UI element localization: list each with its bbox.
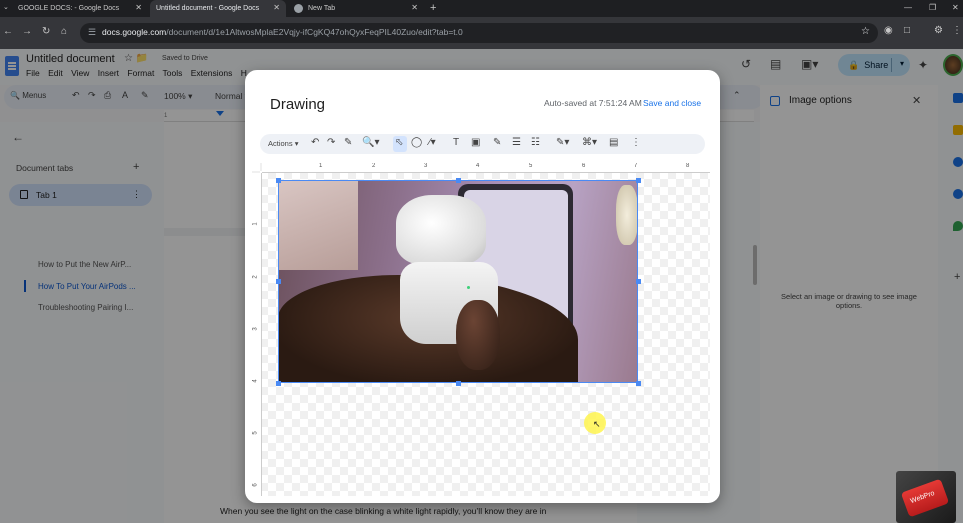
close-window-icon[interactable]: ✕ bbox=[952, 3, 959, 12]
actions-label: Actions bbox=[268, 139, 293, 148]
line-weight-icon[interactable]: ☰ bbox=[512, 137, 521, 148]
tab-title: Untitled document - Google Docs bbox=[156, 5, 260, 12]
camera-icon[interactable]: ◉ bbox=[884, 25, 893, 36]
tab-title: New Tab bbox=[308, 5, 336, 12]
new-tab-icon[interactable]: + bbox=[430, 2, 436, 14]
tab-search-icon[interactable]: ⌄ bbox=[3, 3, 9, 11]
browser-tab-untitled[interactable]: Untitled document - Google Docs ✕ bbox=[150, 0, 286, 58]
border-color-icon[interactable]: ✎▾ bbox=[556, 137, 569, 148]
resize-handle[interactable] bbox=[636, 279, 641, 284]
menu-icon[interactable]: ⋮ bbox=[952, 25, 962, 36]
url-path: /document/d/1e1AltwosMplaE2Vqjy-ifCgKQ47… bbox=[166, 27, 463, 37]
undo-icon[interactable]: ↶ bbox=[311, 137, 319, 148]
drawing-title: Drawing bbox=[270, 96, 326, 113]
url-text: docs.google.com/document/d/1e1AltwosMpla… bbox=[102, 27, 463, 37]
vertical-ruler: 1 2 3 4 5 6 bbox=[252, 173, 262, 496]
pen-icon[interactable]: ✎ bbox=[493, 137, 501, 148]
browser-tab-new[interactable]: New Tab ✕ bbox=[288, 0, 424, 17]
resize-handle[interactable] bbox=[456, 178, 461, 183]
close-tab-icon[interactable]: ✕ bbox=[135, 3, 142, 12]
resize-handle[interactable] bbox=[456, 381, 461, 386]
ruler-label: 2 bbox=[372, 163, 376, 169]
reload-icon[interactable]: ↻ bbox=[42, 26, 50, 37]
close-tab-icon[interactable]: ✕ bbox=[273, 3, 280, 12]
save-and-close-button[interactable]: Save and close bbox=[643, 98, 701, 108]
ruler-label: 4 bbox=[476, 163, 480, 169]
line-dash-icon[interactable]: ☷ bbox=[531, 137, 540, 148]
ruler-label: 7 bbox=[634, 163, 638, 169]
ruler-label: 3 bbox=[252, 327, 259, 331]
resize-handle[interactable] bbox=[276, 178, 281, 183]
ruler-label: 5 bbox=[252, 431, 259, 435]
resize-handle[interactable] bbox=[636, 381, 641, 386]
webpro-watermark: WebPro bbox=[896, 471, 956, 523]
crop-icon[interactable]: ⌘▾ bbox=[582, 137, 597, 148]
home-icon[interactable]: ⌂ bbox=[61, 26, 67, 37]
drawing-canvas[interactable]: 1 2 3 4 5 6 7 8 1 2 3 4 5 6 bbox=[252, 163, 710, 496]
site-info-icon[interactable]: ☰ bbox=[88, 27, 96, 38]
autosave-status: Auto-saved at 7:51:24 AM bbox=[544, 98, 642, 108]
extensions-icon[interactable]: □ bbox=[904, 25, 910, 36]
replace-image-icon[interactable]: ▤ bbox=[609, 137, 618, 148]
ruler-label: 2 bbox=[252, 275, 259, 279]
restore-icon[interactable]: ❐ bbox=[929, 3, 936, 12]
address-bar[interactable]: ☰ docs.google.com/document/d/1e1AltwosMp… bbox=[80, 23, 878, 43]
image-icon[interactable]: ▣ bbox=[471, 137, 480, 148]
horizontal-ruler: 1 2 3 4 5 6 7 8 bbox=[262, 163, 710, 173]
ruler-label: 1 bbox=[319, 163, 323, 169]
minimize-icon[interactable]: — bbox=[904, 3, 912, 12]
actions-menu[interactable]: Actions ▾ bbox=[268, 139, 298, 148]
chrome-favicon-icon bbox=[294, 4, 303, 13]
ruler-label: 8 bbox=[686, 163, 690, 169]
line-icon[interactable]: ∕▾ bbox=[429, 137, 436, 148]
forward-icon[interactable]: → bbox=[22, 26, 32, 37]
ruler-label: 6 bbox=[582, 163, 586, 169]
text-box-icon[interactable]: T bbox=[453, 137, 459, 148]
paint-format-icon[interactable]: ✎ bbox=[344, 137, 352, 148]
browser-tab-google-docs[interactable]: GOOGLE DOCS: - Google Docs ✕ bbox=[12, 0, 148, 58]
resize-handle[interactable] bbox=[276, 279, 281, 284]
tab-title: GOOGLE DOCS: - Google Docs bbox=[18, 5, 120, 12]
zoom-icon[interactable]: 🔍▾ bbox=[362, 137, 379, 148]
selection-outline bbox=[278, 180, 638, 383]
bookmark-star-icon[interactable]: ☆ bbox=[861, 26, 870, 37]
ruler-label: 3 bbox=[424, 163, 428, 169]
select-arrow-icon: ⬁ bbox=[395, 137, 404, 148]
more-vert-icon[interactable]: ⋮ bbox=[631, 137, 641, 148]
resize-handle[interactable] bbox=[636, 178, 641, 183]
drawing-toolbar: Actions ▾ ↶ ↷ ✎ 🔍▾ ⬁ ◯ ∕▾ T ▣ ✎ ☰ ☷ ✎▾ ⌘… bbox=[260, 134, 705, 154]
ruler-label: 1 bbox=[252, 222, 259, 226]
url-host: docs.google.com bbox=[102, 27, 167, 37]
back-icon[interactable]: ← bbox=[3, 26, 13, 37]
ruler-label: 5 bbox=[529, 163, 533, 169]
mouse-cursor-highlight bbox=[584, 412, 606, 434]
profile-switch-icon[interactable]: ⚙ bbox=[934, 25, 943, 36]
ruler-label: 6 bbox=[252, 483, 259, 487]
resize-handle[interactable] bbox=[276, 381, 281, 386]
redo-icon[interactable]: ↷ bbox=[327, 137, 335, 148]
shape-icon[interactable]: ◯ bbox=[411, 137, 422, 148]
browser-toolbar: ← → ↻ ⌂ ☰ docs.google.com/document/d/1e1… bbox=[0, 17, 963, 49]
drawing-dialog: Drawing Auto-saved at 7:51:24 AM Save an… bbox=[245, 70, 720, 503]
browser-tab-bar: ⌄ GOOGLE DOCS: - Google Docs ✕ Untitled … bbox=[0, 0, 963, 58]
close-tab-icon[interactable]: ✕ bbox=[411, 3, 418, 12]
ruler-label: 4 bbox=[252, 379, 259, 383]
